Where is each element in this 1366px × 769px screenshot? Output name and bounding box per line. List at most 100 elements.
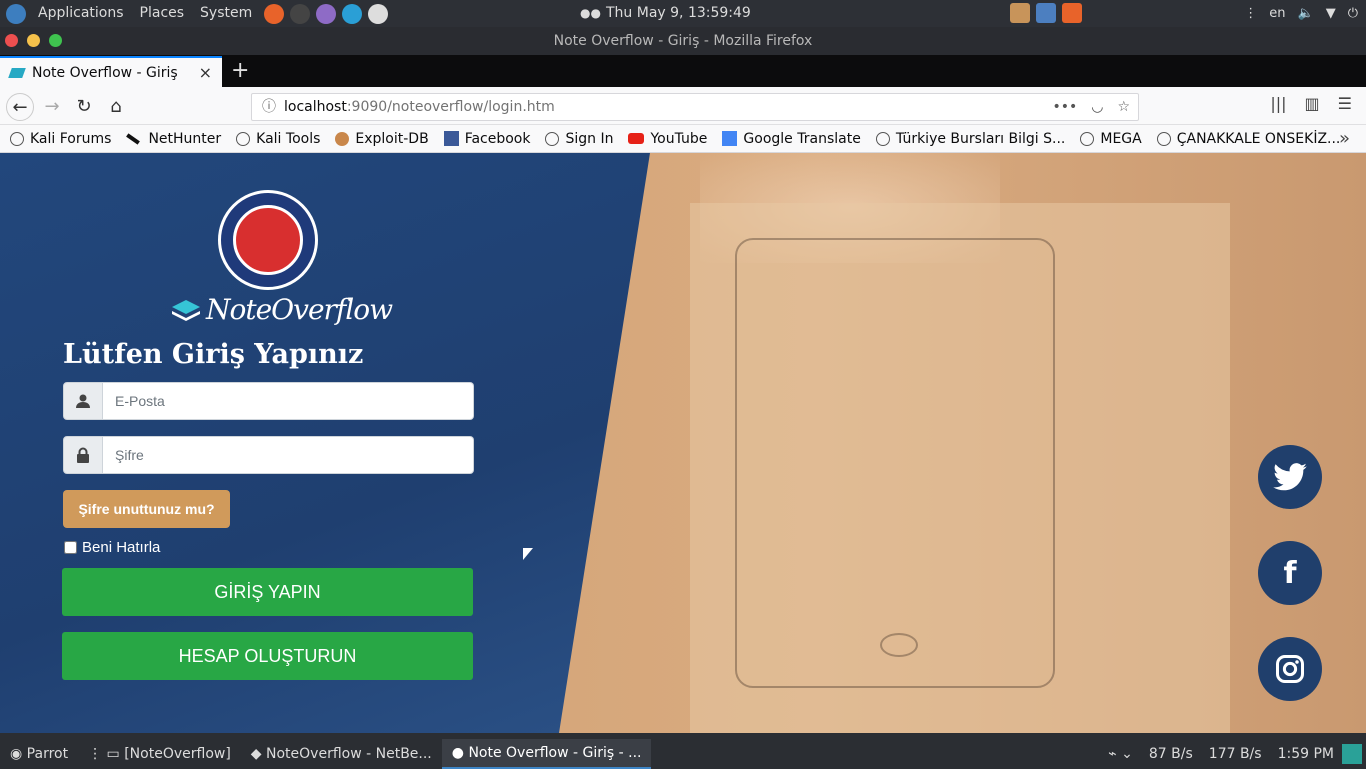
taskbar-clock[interactable]: 1:59 PM: [1270, 740, 1342, 768]
bookmark-label: Kali Tools: [256, 130, 321, 147]
netbeans-tray-icon[interactable]: [1036, 3, 1056, 23]
bookmark-facebook[interactable]: Facebook: [434, 131, 536, 147]
email-input[interactable]: [103, 382, 474, 420]
forgot-password-button[interactable]: Şifre unuttunuz mu?: [63, 490, 230, 528]
taskbar-task-firefox[interactable]: ● Note Overflow - Giriş - ...: [441, 739, 652, 769]
bookmark-label: Exploit-DB: [355, 130, 429, 147]
bookmarks-toolbar: Kali Forums NetHunter Kali Tools Exploit…: [0, 125, 1366, 153]
firefox-launcher-icon[interactable]: [264, 3, 285, 24]
bookmark-label: YouTube: [650, 130, 708, 147]
noteoverflow-favicon-icon: [8, 67, 26, 78]
remember-me[interactable]: Beni Hatırla: [64, 539, 160, 556]
volume-icon[interactable]: 🔈: [1298, 0, 1314, 27]
bookmark-youtube[interactable]: YouTube: [618, 131, 712, 147]
sidebar-icon[interactable]: ▥: [1305, 94, 1320, 113]
maximize-window-button[interactable]: [49, 34, 62, 47]
screenshot-launcher-icon[interactable]: [368, 3, 389, 24]
power-icon[interactable]: ⏻: [1348, 0, 1358, 27]
password-input[interactable]: [103, 436, 474, 474]
taskbar-task-terminal[interactable]: ⋮ ▭ [NoteOverflow]: [78, 740, 241, 768]
system-monitor-launcher-icon[interactable]: [342, 3, 363, 24]
register-button[interactable]: HESAP OLUŞTURUN: [62, 632, 473, 680]
page-actions-icon[interactable]: •••: [1052, 94, 1077, 120]
keyboard-layout[interactable]: en: [1269, 0, 1285, 27]
url-bar[interactable]: ⓘ localhost:9090/noteoverflow/login.htm …: [251, 93, 1139, 121]
clock-text: Thu May 9, 13:59:49: [606, 5, 751, 21]
forward-button[interactable]: →: [38, 93, 66, 121]
bookmark-label: MEGA: [1100, 130, 1142, 147]
file-manager-tray-icon[interactable]: [1010, 3, 1030, 23]
globe-icon: [545, 131, 560, 146]
user-icon: [63, 382, 103, 420]
url-path: :9090/noteoverflow/login.htm: [346, 99, 555, 115]
instagram-icon[interactable]: [1258, 637, 1322, 701]
twitter-icon[interactable]: [1258, 445, 1322, 509]
bookmark-label: Kali Forums: [30, 130, 112, 147]
home-button[interactable]: ⌂: [102, 93, 130, 121]
globe-icon: [10, 131, 24, 146]
net-download-speed: 87 B/s: [1148, 746, 1193, 762]
facebook-icon[interactable]: f: [1258, 541, 1322, 605]
login-button[interactable]: GİRİŞ YAPIN: [62, 568, 473, 616]
reload-button[interactable]: ↻: [70, 93, 98, 121]
tab-title: Note Overflow - Giriş: [32, 64, 178, 81]
pocket-icon[interactable]: ◡: [1091, 94, 1103, 120]
bookmark-google-translate[interactable]: Google Translate: [712, 131, 865, 147]
bookmark-kali-tools[interactable]: Kali Tools: [226, 131, 325, 147]
login-title: Lütfen Giriş Yapınız: [63, 339, 364, 370]
bookmark-label: Sign In: [565, 130, 614, 147]
taskbar-start-menu[interactable]: ◉ Parrot: [0, 740, 78, 768]
layers-icon: [172, 299, 200, 321]
menu-places[interactable]: Places: [134, 0, 191, 27]
parrot-logo-icon[interactable]: [6, 3, 26, 24]
bookmark-mega[interactable]: MEGA: [1070, 131, 1146, 147]
email-input-group: [63, 382, 474, 420]
lock-icon: [63, 436, 103, 474]
page-content: NoteOverflow Lütfen Giriş Yapınız Şifre …: [0, 153, 1366, 733]
facebook-icon: [443, 131, 459, 146]
tab-note-overflow[interactable]: Note Overflow - Giriş ×: [0, 56, 222, 87]
taskbar-task-netbeans[interactable]: ◆ NoteOverflow - NetBe...: [241, 740, 442, 768]
mouse-cursor-icon: [523, 548, 533, 560]
drag-handle-icon: ⋮: [1244, 6, 1258, 21]
bookmark-exploit-db[interactable]: Exploit-DB: [325, 131, 433, 147]
bookmark-nethunter[interactable]: NetHunter: [116, 131, 226, 147]
show-desktop-button[interactable]: [1342, 744, 1362, 764]
text-editor-launcher-icon[interactable]: [316, 3, 337, 24]
tab-close-icon[interactable]: ×: [199, 63, 212, 82]
url-host: localhost: [284, 99, 347, 115]
library-icon[interactable]: |||: [1270, 94, 1286, 113]
close-window-button[interactable]: [5, 34, 18, 47]
university-seal-center: [233, 205, 303, 275]
wifi-icon[interactable]: ▼: [1326, 0, 1336, 27]
tab-bar: Note Overflow - Giriş × +: [0, 55, 1366, 87]
site-info-icon[interactable]: ⓘ: [262, 94, 276, 120]
hamburger-menu-icon[interactable]: ☰: [1338, 94, 1352, 113]
terminal-launcher-icon[interactable]: [290, 3, 311, 24]
new-tab-button[interactable]: +: [231, 58, 249, 83]
task-label: NoteOverflow - NetBe...: [266, 746, 432, 762]
menu-applications[interactable]: Applications: [32, 0, 130, 27]
bookmark-sign-in[interactable]: Sign In: [535, 131, 618, 147]
bookmark-kali-forums[interactable]: Kali Forums: [0, 131, 116, 147]
minimize-window-button[interactable]: [27, 34, 40, 47]
remember-me-checkbox[interactable]: [64, 541, 77, 554]
facebook-glyph: f: [1283, 555, 1297, 591]
bookmark-turkiye-burslari[interactable]: Türkiye Bursları Bilgi S...: [866, 131, 1071, 147]
bookmark-label: NetHunter: [148, 130, 222, 147]
more-bookmarks-chevron-icon[interactable]: »: [1339, 128, 1350, 149]
bookmark-label: Türkiye Bursları Bilgi S...: [895, 130, 1066, 147]
youtube-icon: [628, 133, 645, 144]
menu-system[interactable]: System: [194, 0, 258, 27]
bookmark-canakkale[interactable]: ÇANAKKALE ONSEKİZ...: [1147, 131, 1346, 147]
globe-icon: [1080, 131, 1095, 146]
firefox-tray-icon[interactable]: [1062, 3, 1082, 23]
globe-icon: [236, 131, 251, 146]
task-label: Note Overflow - Giriş - ...: [468, 745, 642, 761]
phone-sketch-drawing: [735, 238, 1055, 688]
password-input-group: [63, 436, 474, 474]
bookmark-star-icon[interactable]: ☆: [1117, 94, 1130, 120]
clock[interactable]: ●● Thu May 9, 13:59:49: [580, 0, 751, 27]
bookmark-label: Facebook: [464, 130, 531, 147]
back-button[interactable]: ←: [6, 93, 34, 121]
